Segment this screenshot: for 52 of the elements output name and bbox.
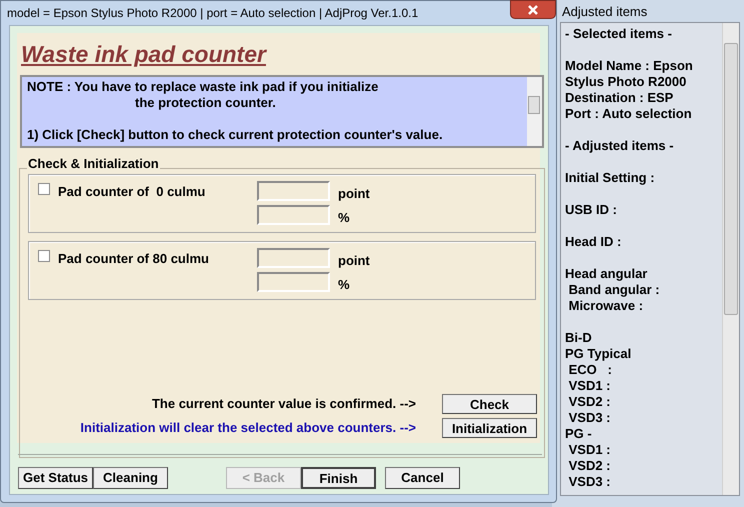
action-button[interactable]: Check: [442, 394, 537, 414]
checkbox[interactable]: [38, 183, 50, 195]
item-text: Destination : ESP: [565, 90, 674, 106]
item-text: VSD3 :: [568, 474, 612, 490]
page-heading: Waste ink pad counter: [21, 40, 266, 69]
close-button[interactable]: [510, 0, 556, 19]
input-field[interactable]: [257, 181, 330, 201]
action-hint: Initialization will clear the selected above counters. -->: [80, 419, 416, 438]
item-text: Bi-D: [565, 330, 593, 346]
item-text: Head angular: [565, 266, 648, 282]
item-text: Head ID :: [565, 234, 622, 250]
item-text: Microwave :: [568, 298, 644, 314]
item-text: VSD2 :: [568, 458, 612, 474]
item-text: VSD1 :: [568, 442, 612, 458]
item-text: Stylus Photo R2000: [565, 74, 688, 90]
item-text: PG Typical: [565, 346, 632, 362]
item-text: VSD2 :: [568, 394, 612, 410]
item-text: Port : Auto selection: [565, 106, 693, 122]
item-text: USB ID :: [565, 202, 618, 218]
action-button[interactable]: Initialization: [442, 418, 537, 438]
note-text: the protection counter.: [134, 95, 277, 111]
footer-button[interactable]: Finish: [301, 467, 376, 489]
item-text: ECO :: [568, 362, 613, 378]
input-field[interactable]: [257, 248, 330, 268]
item-text: VSD3 :: [568, 410, 612, 426]
item-text: - Selected items -: [565, 26, 673, 42]
counter-label: Pad counter of 0 culmu: [58, 183, 206, 201]
footer-button[interactable]: Cancel: [385, 467, 460, 489]
window-title: model = Epson Stylus Photo R2000 | port = Auto selection | AdjProg Ver.1.0.1: [7, 5, 418, 22]
item-text: VSD1 :: [568, 378, 612, 394]
action-hint: The current counter value is confirmed. -->: [152, 395, 416, 414]
input-field[interactable]: [257, 272, 330, 292]
input-field[interactable]: [257, 205, 330, 225]
item-text: Model Name : Epson: [565, 58, 694, 74]
note-text: 1) Click [Check] button to check current protection counter's value.: [27, 127, 444, 143]
unit-label: point: [338, 185, 370, 203]
unit-label: %: [338, 209, 350, 227]
item-text: - Adjusted items -: [565, 138, 675, 154]
checkbox[interactable]: [38, 250, 50, 262]
unit-label: point: [338, 252, 370, 270]
scrollbar[interactable]: [527, 77, 542, 146]
panel-title: Adjusted items: [562, 3, 648, 21]
note-text: NOTE : You have to replace waste ink pad if you initialize: [27, 79, 380, 95]
counter-label: Pad counter of 80 culmu: [58, 250, 209, 268]
item-text: Band angular :: [568, 282, 661, 298]
unit-label: %: [338, 276, 350, 294]
scrollbar[interactable]: [722, 23, 739, 495]
close-icon: [527, 4, 539, 14]
item-text: Initial Setting :: [565, 170, 656, 186]
footer-button[interactable]: Cleaning: [93, 467, 168, 489]
item-text: PG -: [565, 426, 593, 442]
footer-button[interactable]: Get Status: [18, 467, 93, 489]
